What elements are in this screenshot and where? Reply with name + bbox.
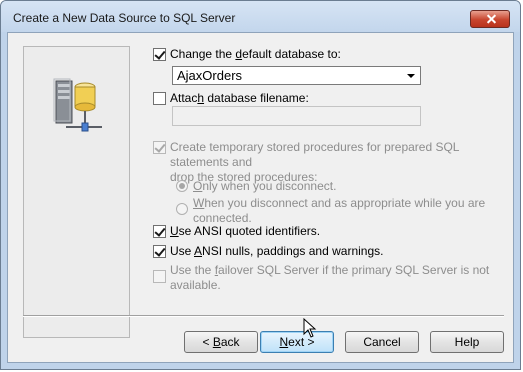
title-bar[interactable]: Create a New Data Source to SQL Server [1, 1, 520, 32]
back-button[interactable]: < Back [184, 331, 258, 353]
failover-option: Use the failover SQL Server if the prima… [153, 263, 489, 293]
attach-db-checkbox[interactable] [153, 92, 166, 105]
radio-only-disconnect: Only when you disconnect. [176, 179, 336, 194]
dialog-window: Create a New Data Source to SQL Server C… [0, 0, 521, 370]
change-default-db-option[interactable]: Change the default database to: [153, 47, 341, 62]
change-default-db-label: Change the default database to: [170, 47, 341, 61]
dialog-body: Change the default database to: AjaxOrde… [7, 32, 514, 363]
attach-db-label: Attach database filename: [170, 91, 309, 105]
disconnect-appropriate-radio [176, 203, 188, 215]
ansi-quoted-checkbox[interactable] [153, 225, 166, 238]
only-disconnect-radio [176, 180, 188, 192]
ansi-nulls-checkbox[interactable] [153, 245, 166, 258]
wizard-art-panel [23, 46, 130, 338]
chevron-down-icon[interactable] [407, 74, 415, 78]
default-database-select[interactable]: AjaxOrders [172, 66, 421, 85]
attach-db-option[interactable]: Attach database filename: [153, 91, 309, 106]
radio-disconnect-appropriate: When you disconnect and as appropriate w… [176, 196, 485, 226]
help-button[interactable]: Help [430, 331, 504, 353]
only-disconnect-label: Only when you disconnect. [193, 179, 337, 193]
close-button[interactable] [470, 10, 510, 28]
create-temp-sp-checkbox [153, 141, 166, 154]
divider [23, 315, 504, 317]
window-title: Create a New Data Source to SQL Server [13, 11, 236, 25]
failover-label: Use the failover SQL Server if the prima… [170, 263, 490, 292]
database-server-icon [53, 78, 102, 132]
ansi-quoted-label: Use ANSI quoted identifiers. [170, 224, 321, 238]
ansi-quoted-option[interactable]: Use ANSI quoted identifiers. [153, 224, 320, 239]
change-default-db-checkbox[interactable] [153, 48, 166, 61]
ansi-nulls-option[interactable]: Use ANSI nulls, paddings and warnings. [153, 244, 383, 259]
cancel-button[interactable]: Cancel [345, 331, 419, 353]
disconnect-appropriate-label: When you disconnect and as appropriate w… [193, 196, 486, 225]
ansi-nulls-label: Use ANSI nulls, paddings and warnings. [170, 244, 384, 258]
attach-filename-input[interactable] [172, 106, 421, 126]
default-database-value: AjaxOrders [177, 68, 243, 83]
next-button[interactable]: Next > [260, 331, 334, 353]
failover-checkbox [153, 270, 166, 283]
mouse-cursor-icon [303, 318, 317, 338]
